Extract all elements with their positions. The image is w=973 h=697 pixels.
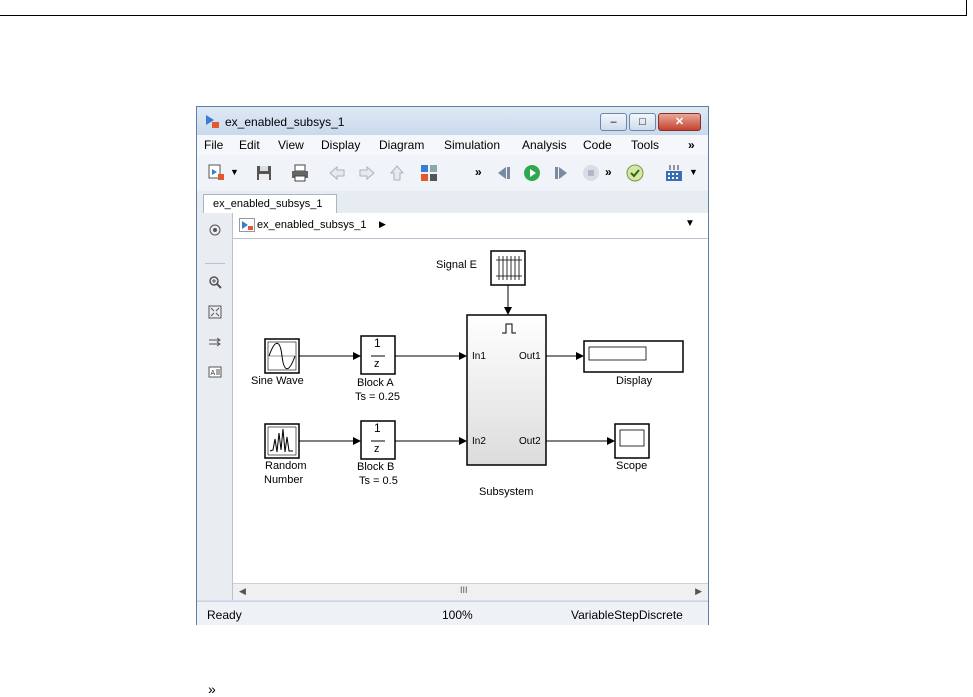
step-back-icon[interactable]: [495, 163, 515, 183]
toolbar: ▼ » » ▼: [197, 155, 708, 192]
random-number-label-line2: Number: [264, 474, 304, 486]
signal-e-block[interactable]: [490, 250, 526, 286]
subsystem-out2-port: Out2: [519, 436, 541, 447]
menu-view[interactable]: View: [278, 138, 304, 152]
simulink-window: ex_enabled_subsys_1 – □ ✕ File Edit View…: [196, 106, 709, 697]
diagram-svg: [264, 250, 684, 466]
menu-analysis[interactable]: Analysis: [522, 138, 567, 152]
run-icon[interactable]: [522, 163, 542, 183]
random-number-label-line1: Random: [265, 460, 307, 472]
menu-file[interactable]: File: [204, 138, 223, 152]
zoom-level: 100%: [442, 608, 473, 622]
up-icon[interactable]: [387, 163, 407, 183]
scope-label: Scope: [616, 460, 648, 472]
check-icon[interactable]: [625, 163, 645, 183]
menu-code[interactable]: Code: [583, 138, 612, 152]
path-arrow-icon[interactable]: ▶: [379, 219, 386, 230]
model-path[interactable]: ex_enabled_subsys_1: [257, 219, 366, 231]
menu-diagram[interactable]: Diagram: [379, 138, 424, 152]
block-b-sample-time: Ts = 0.5: [359, 475, 398, 487]
block-a-sample-time: Ts = 0.25: [355, 391, 400, 403]
scope-block[interactable]: [614, 423, 650, 459]
save-icon[interactable]: [254, 163, 274, 183]
block-a-denominator: z: [374, 358, 380, 370]
window-title: ex_enabled_subsys_1: [225, 115, 345, 129]
back-icon[interactable]: [327, 163, 347, 183]
diagram-canvas[interactable]: Signal E Sine Wave 1 z Block A Ts = 0.25…: [233, 239, 708, 583]
print-icon[interactable]: [290, 163, 310, 183]
signal-e-label: Signal E: [436, 259, 477, 271]
page-border-tick: [966, 0, 967, 16]
hide-browser-icon[interactable]: [208, 223, 222, 237]
svg-text:A: A: [211, 370, 216, 377]
menu-simulation[interactable]: Simulation: [444, 138, 500, 152]
sine-wave-label: Sine Wave: [251, 375, 304, 387]
new-model-icon[interactable]: [207, 163, 227, 183]
pane-divider: [205, 263, 225, 264]
menu-tools[interactable]: Tools: [631, 138, 659, 152]
random-number-block[interactable]: [264, 423, 300, 459]
menu-edit[interactable]: Edit: [239, 138, 260, 152]
tab-label: ex_enabled_subsys_1: [213, 198, 323, 210]
build-icon[interactable]: [664, 163, 684, 183]
tab-strip: ex_enabled_subsys_1: [197, 191, 708, 213]
library-browser-icon[interactable]: [419, 163, 439, 183]
scroll-right-icon[interactable]: ▶: [695, 586, 702, 597]
expand-pane-icon[interactable]: »: [208, 681, 216, 697]
simulink-model-icon: [206, 115, 219, 128]
annotation-icon[interactable]: A: [208, 365, 222, 379]
build-dropdown-icon[interactable]: ▼: [689, 167, 698, 177]
scroll-grip[interactable]: III: [460, 585, 468, 595]
subsystem-label: Subsystem: [479, 486, 534, 498]
block-a-name: Block A: [357, 377, 394, 389]
model-path-icon: [239, 218, 255, 232]
address-bar[interactable]: ex_enabled_subsys_1 ▶ ▼: [233, 213, 708, 239]
address-dropdown-icon[interactable]: ▼: [685, 218, 695, 229]
model-browser-pane: A »: [197, 213, 233, 697]
block-b-denominator: z: [374, 443, 380, 455]
status-bar: Ready 100% VariableStepDiscrete: [197, 601, 708, 625]
subsystem-in2-port: In2: [472, 436, 486, 447]
step-forward-icon[interactable]: [550, 163, 570, 183]
menu-bar: File Edit View Display Diagram Simulatio…: [197, 135, 708, 155]
signal-routing-icon[interactable]: [208, 335, 222, 349]
block-b-name: Block B: [357, 461, 395, 473]
solver-name: VariableStepDiscrete: [571, 608, 683, 622]
forward-icon[interactable]: [357, 163, 377, 183]
title-bar[interactable]: ex_enabled_subsys_1 – □ ✕: [197, 107, 708, 135]
menu-display[interactable]: Display: [321, 138, 360, 152]
sine-wave-block[interactable]: [264, 338, 300, 374]
horizontal-scrollbar[interactable]: ◀ III ▶: [233, 583, 708, 600]
stop-icon[interactable]: [581, 163, 601, 183]
close-icon: ✕: [674, 116, 685, 128]
subsystem-in1-port: In1: [472, 351, 486, 362]
close-button[interactable]: ✕: [658, 113, 701, 131]
subsystem-out1-port: Out1: [519, 351, 541, 362]
page-border-line: [0, 15, 966, 16]
new-dropdown-icon[interactable]: ▼: [230, 167, 239, 177]
block-a-numerator: 1: [374, 336, 381, 350]
fit-to-view-icon[interactable]: [208, 305, 222, 319]
minimize-button[interactable]: –: [600, 113, 627, 131]
minimize-icon: –: [610, 116, 617, 128]
toolbar-overflow-chevron[interactable]: »: [475, 165, 482, 179]
maximize-button[interactable]: □: [629, 113, 656, 131]
display-label: Display: [616, 375, 653, 387]
menu-overflow-chevron[interactable]: »: [688, 138, 695, 152]
toolbar-overflow-chevron-2[interactable]: »: [605, 165, 612, 179]
block-b-numerator: 1: [374, 421, 381, 435]
scroll-left-icon[interactable]: ◀: [239, 586, 246, 597]
tab-model[interactable]: ex_enabled_subsys_1: [203, 194, 337, 213]
display-block[interactable]: [583, 340, 684, 373]
maximize-icon: □: [639, 116, 646, 128]
zoom-icon[interactable]: [208, 275, 222, 289]
status-ready: Ready: [207, 608, 242, 622]
